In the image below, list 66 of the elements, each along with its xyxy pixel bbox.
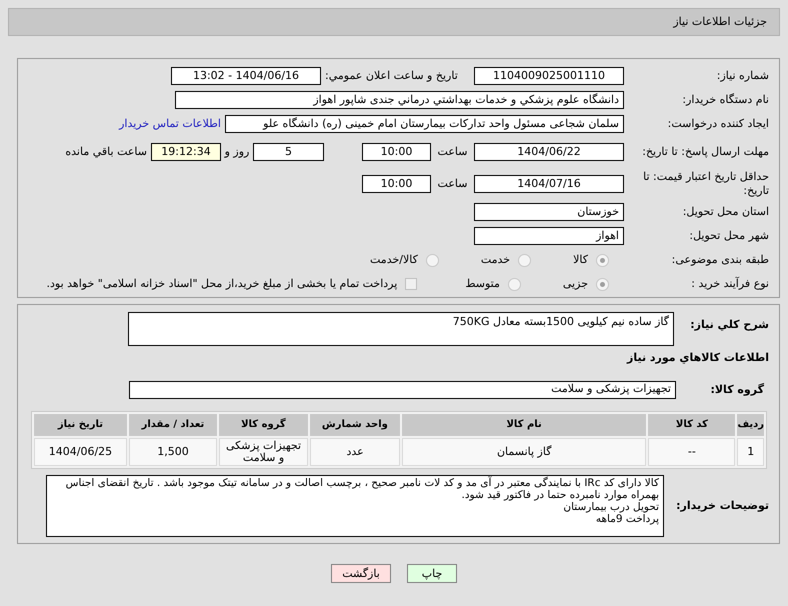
field-label: توضیحات خریدار: bbox=[675, 498, 769, 512]
text-field[interactable]: 1104009025001110 bbox=[474, 67, 624, 85]
table-cell: 1 bbox=[737, 438, 764, 466]
note-line: تحویل درب بیمارستان bbox=[562, 500, 659, 512]
countdown-field[interactable]: 19:12:34 bbox=[151, 143, 221, 161]
field-label: تاریخ و ساعت اعلان عمومي: bbox=[324, 69, 459, 83]
checkbox[interactable] bbox=[405, 278, 418, 290]
text-field[interactable]: 5 bbox=[253, 143, 324, 161]
table-cell: عدد bbox=[310, 438, 400, 466]
table-cell: 1,500 bbox=[128, 438, 218, 466]
field-label: مهلت ارسال پاسخ: تا تاریخ: bbox=[641, 145, 769, 159]
note-line: پرداخت 9ماهه bbox=[594, 512, 659, 524]
text-field[interactable]: خوزستان bbox=[474, 203, 624, 221]
radio-label: متوسط bbox=[465, 276, 500, 292]
radio-button[interactable] bbox=[426, 254, 439, 266]
page-title: جزئیات اطلاعات نیاز bbox=[673, 14, 767, 30]
column-header: کد کالا bbox=[648, 414, 736, 436]
note-line: کالا دارای کد IRc با نمایندگی معتبر در آی مد و کد لات نامبر صحیح ، برچسب اصالت و در سامانه تیتک موجود باشد . تاریخ انقضای اجناس بهمراه موارد نامبرده حتما در فاکتور قید شود. bbox=[64, 476, 659, 500]
text-field[interactable]: 10:00 bbox=[362, 175, 431, 193]
print-button[interactable]: چاپ bbox=[407, 564, 457, 582]
radio-button[interactable] bbox=[518, 254, 532, 266]
field-label: طبقه بندی موضوعی: bbox=[670, 253, 769, 267]
text-field[interactable]: 1404/06/16 - 13:02 bbox=[171, 67, 321, 85]
table-cell: تجهیزات پزشکی و سلامت bbox=[219, 438, 308, 466]
table-cell: گاز پانسمان bbox=[402, 438, 646, 466]
field-label: شهر محل تحویل: bbox=[688, 229, 769, 243]
radio-label: کالا/خدمت bbox=[370, 252, 418, 268]
column-header: تعداد / مقدار bbox=[128, 414, 217, 436]
column-header: ردیف bbox=[737, 414, 764, 436]
field-label: نام دستگاه خریدار: bbox=[681, 93, 769, 107]
field-label: روز و bbox=[223, 145, 250, 159]
table-cell: 1404/06/25 bbox=[34, 438, 127, 466]
field-label: گروه کالا: bbox=[709, 382, 764, 396]
section-heading: اطلاعات کالاهاي مورد نیاز bbox=[626, 350, 769, 366]
radio-label: کالا bbox=[573, 252, 588, 268]
text-field[interactable]: 10:00 bbox=[362, 143, 431, 161]
column-header: نام کالا bbox=[402, 414, 646, 436]
field-label: حداقل تاریخ اعتبار قیمت: تا تاریخ: bbox=[642, 170, 769, 198]
column-header: گروه کالا bbox=[218, 414, 308, 436]
text-field[interactable]: سلمان شجاعی مسئول واحد تدارکات بیمارستان امام خمینی (ره) دانشگاه علو bbox=[225, 115, 624, 133]
text-field[interactable]: اهواز bbox=[474, 227, 624, 245]
back-button[interactable]: بازگشت bbox=[331, 564, 391, 582]
field-label: شرح کلي نیاز: bbox=[689, 317, 769, 332]
field-label: ایجاد کننده درخواست: bbox=[666, 117, 769, 131]
text-field[interactable]: تجهیزات پزشکی و سلامت bbox=[129, 380, 676, 398]
radio-label: خدمت bbox=[480, 252, 510, 268]
column-header: تاریخ نیاز bbox=[34, 414, 127, 436]
treasury-note: پرداخت تمام یا بخشی از مبلغ خرید،از محل "اسناد خزانه اسلامی" خواهد بود. bbox=[46, 276, 398, 292]
field-label: ساعت باقي مانده bbox=[65, 145, 147, 159]
text-field[interactable]: 1404/06/22 bbox=[474, 143, 624, 161]
field-label: نوع فرآیند خرید : bbox=[690, 277, 769, 291]
radio-button[interactable] bbox=[508, 278, 521, 290]
table-cell: -- bbox=[648, 438, 736, 466]
radio-button[interactable] bbox=[596, 254, 609, 266]
field-label: ساعت bbox=[436, 177, 468, 191]
radio-button[interactable] bbox=[596, 278, 609, 290]
buyer-notes-textarea[interactable] bbox=[46, 474, 664, 536]
summary-textarea[interactable]: گاز ساده نیم کیلویی 1500بسته معادل 750KG bbox=[128, 312, 674, 346]
field-label: استان محل تحویل: bbox=[682, 205, 769, 219]
field-label: شماره نیاز: bbox=[716, 69, 769, 83]
radio-label: جزیی bbox=[562, 276, 588, 292]
text-field[interactable]: 1404/07/16 bbox=[474, 175, 624, 193]
buyer-contact-link[interactable]: اطلاعات تماس خریدار bbox=[119, 116, 221, 132]
text-field[interactable]: دانشگاه علوم پزشکي و خدمات بهداشتي درماني جندی شاپور اهواز bbox=[175, 91, 624, 109]
column-header: واحد شمارش bbox=[310, 414, 400, 436]
field-label: ساعت bbox=[436, 145, 468, 159]
